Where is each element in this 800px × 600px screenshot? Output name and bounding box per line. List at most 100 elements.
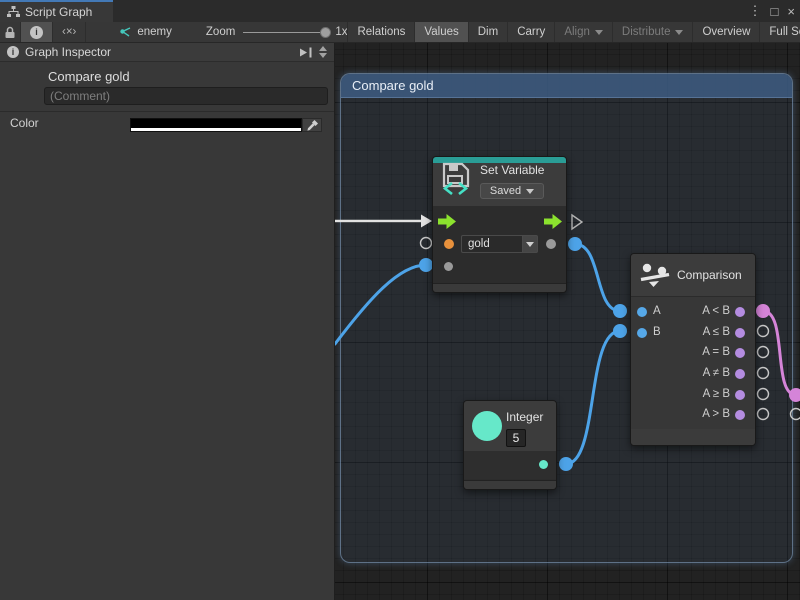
node-footer: [433, 283, 566, 292]
port-connected[interactable]: [789, 388, 800, 402]
node-body: gold: [433, 206, 566, 282]
maximize-icon[interactable]: □: [771, 4, 779, 19]
node-title: Integer: [506, 410, 543, 424]
comment-input[interactable]: [44, 87, 328, 105]
dock-icon[interactable]: [298, 47, 313, 58]
variable-kind-dropdown[interactable]: Saved: [480, 183, 544, 199]
chevron-down-icon: [526, 242, 534, 247]
graph-inspector-title: Graph Inspector: [25, 45, 111, 59]
output-a-gte-b-port[interactable]: [735, 390, 745, 400]
graph-breadcrumb[interactable]: enemy: [112, 22, 178, 42]
output-label: A ≤ B: [703, 326, 730, 338]
graph-inspector-panel: i Graph Inspector Compare gold Color: [0, 43, 335, 600]
node-header[interactable]: Integer 5: [464, 401, 556, 451]
color-label: Color: [10, 116, 39, 130]
port-connected[interactable]: [419, 258, 433, 272]
save-variable-icon: [440, 161, 474, 195]
inspector-toggle-button[interactable]: i: [21, 22, 53, 42]
tab-script-graph[interactable]: Script Graph: [0, 0, 113, 22]
panel-scrubber[interactable]: [319, 46, 327, 58]
overview-button[interactable]: Overview: [693, 22, 760, 42]
toggle-carry[interactable]: Carry: [508, 22, 555, 42]
port-row: A ≠ B: [631, 364, 755, 384]
node-integer-literal[interactable]: Integer 5: [463, 400, 557, 490]
node-footer: [631, 429, 755, 445]
unity-script-graph-window: Script Graph ⋮ □ × i ‹×› enemy: [0, 0, 800, 600]
toggle-dim[interactable]: Dim: [469, 22, 508, 42]
port-unconnected[interactable]: [758, 389, 769, 400]
integer-value-input[interactable]: 5: [506, 429, 526, 447]
output-a-neq-b-port[interactable]: [735, 369, 745, 379]
port-unconnected[interactable]: [758, 347, 769, 358]
toggle-relations[interactable]: Relations: [347, 22, 415, 42]
port-connected[interactable]: [613, 304, 627, 318]
value-wire: [575, 244, 620, 311]
color-alpha-bar: [131, 128, 301, 131]
input-a-label: A: [653, 305, 661, 317]
toggle-values-label: Values: [424, 26, 458, 38]
port-unconnected[interactable]: [758, 326, 769, 337]
fullscreen-button[interactable]: Full Screen: [760, 22, 800, 42]
port-connected[interactable]: [756, 304, 770, 318]
port-connected[interactable]: [568, 237, 582, 251]
window-controls: ⋮ □ ×: [749, 0, 795, 22]
fallback-value-port[interactable]: [444, 262, 453, 271]
chevron-up-icon: [319, 46, 327, 51]
comparison-scale-icon: [640, 262, 670, 288]
align-dropdown[interactable]: Align: [555, 22, 613, 42]
port-connected[interactable]: [613, 324, 627, 338]
code-icon: ‹×›: [62, 26, 76, 38]
dropdown-arrow-button[interactable]: [522, 235, 538, 253]
output-a-gt-b-port[interactable]: [735, 410, 745, 420]
variable-name-dropdown[interactable]: gold: [461, 235, 538, 253]
close-icon[interactable]: ×: [787, 4, 795, 19]
output-label: A > B: [702, 408, 730, 420]
value-wire: [566, 331, 620, 464]
output-value-port[interactable]: [546, 239, 556, 249]
port-unconnected[interactable]: [758, 368, 769, 379]
variable-name-port[interactable]: [444, 239, 454, 249]
output-label: A ≥ B: [703, 388, 730, 400]
port-unconnected[interactable]: [791, 409, 800, 420]
toggle-values[interactable]: Values: [415, 22, 468, 42]
flow-in-port-icon[interactable]: [438, 214, 456, 229]
tab-bar: Script Graph ⋮ □ ×: [0, 0, 800, 22]
output-a-lt-b-port[interactable]: [735, 307, 745, 317]
output-a-lte-b-port[interactable]: [735, 328, 745, 338]
node-title: Comparison: [677, 268, 742, 282]
toggle-dim-label: Dim: [478, 26, 498, 38]
node-title: Set Variable: [480, 163, 544, 177]
port-unconnected[interactable]: [758, 409, 769, 420]
toggle-carry-label: Carry: [517, 26, 545, 38]
node-comparison[interactable]: Comparison A A < B B A ≤ B A = B A ≠ B: [630, 253, 756, 446]
output-a-eq-b-port[interactable]: [735, 348, 745, 358]
flow-port-unconnected[interactable]: [572, 215, 582, 229]
port-connected[interactable]: [559, 457, 573, 471]
divider: [0, 111, 334, 112]
output-label: A ≠ B: [703, 367, 730, 379]
zoom-slider-handle[interactable]: [320, 27, 331, 38]
distribute-dropdown[interactable]: Distribute: [613, 22, 694, 42]
input-a-port[interactable]: [637, 307, 647, 317]
overview-label: Overview: [702, 26, 750, 38]
value-inspection-button[interactable]: ‹×›: [53, 22, 86, 42]
menu-icon[interactable]: ⋮: [749, 3, 762, 19]
zoom-value: 1x: [335, 26, 347, 38]
node-set-variable[interactable]: Set Variable Saved gold: [432, 156, 567, 293]
graph-canvas[interactable]: Compare gold: [335, 43, 800, 600]
color-swatch[interactable]: [130, 118, 302, 132]
graph-toolbar: i ‹×› enemy Zoom 1x Relations Values D: [0, 22, 800, 43]
node-header[interactable]: Set Variable Saved: [433, 163, 566, 206]
zoom-control: Zoom 1x: [206, 22, 348, 42]
flow-out-port-icon[interactable]: [544, 214, 562, 229]
port-row: B A ≤ B: [631, 323, 755, 343]
port-unconnected[interactable]: [421, 238, 432, 249]
node-header[interactable]: Comparison: [631, 254, 755, 297]
inspected-graph-title: Compare gold: [48, 69, 130, 84]
input-b-port[interactable]: [637, 328, 647, 338]
eyedropper-button[interactable]: [302, 118, 322, 132]
zoom-slider[interactable]: [243, 32, 327, 33]
port-row: A > B: [631, 405, 755, 425]
lock-button[interactable]: [0, 22, 21, 42]
integer-output-port[interactable]: [539, 460, 548, 469]
